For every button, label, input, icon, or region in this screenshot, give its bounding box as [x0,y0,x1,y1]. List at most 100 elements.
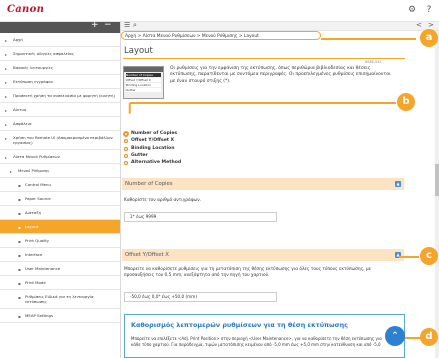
option-link[interactable]: Gutter [124,152,181,159]
sidebar-item-label: Εκτύπωση εγγράφου [13,79,54,84]
option-link[interactable]: Binding Location [124,145,181,152]
content-toolbar: ☰ ⌕ < > [121,22,439,31]
thumbnail-row: Gutter [126,88,161,92]
sidebar-item[interactable]: ▸ Λίστα Μενού Ρυθμίσεων [0,150,120,164]
jump-top-icon[interactable]: ▲ [395,181,401,187]
breadcrumb[interactable]: Αρχή > Λίστα Μενού Ρυθμίσεων > Μενού Ρύθ… [121,31,321,40]
main-content: ☰ ⌕ < > Αρχή > Λίστα Μενού Ρυθμίσεων > Μ… [121,22,439,358]
sidebar-item[interactable]: ▪ Διάταξη [0,206,120,220]
sidebar-item-label: User Maintenance [25,266,61,271]
option-link[interactable]: Offset Y/Offset X [124,137,181,144]
sidebar-item[interactable]: ▸ Μενού Ρύθμισης [0,164,120,178]
expand-arrow-icon: ▸ [5,136,8,141]
expand-arrow-icon: ▸ [5,66,8,71]
section-header-offset: Offset Y/Offset X ▲ [122,249,404,261]
bullet-icon: ▪ [18,295,21,300]
note-body: Μπορείτε να επιλέξετε <Adj. Print Positi… [131,336,382,347]
sidebar-item-label: MEAP Settings [25,313,54,318]
sidebar-item-label: Layout [25,224,39,229]
bullet-icon [124,132,128,136]
scroll-to-top-button[interactable]: ⌃ [385,326,405,346]
sidebar-toolbar: + − [0,22,120,33]
callout-line-a [321,38,416,40]
sidebar-item[interactable]: ▪ MEAP Settings [0,309,120,323]
thumbnail-row: Offset Y/Offset X [126,78,161,82]
sidebar-item[interactable]: ▸ Δίκτυο [0,103,120,117]
expand-arrow-icon: ▸ [5,52,8,57]
sidebar-item-label: Ρυθμίσεις Ειδικά για τη λειτουργία εκτύπ… [25,294,94,304]
sidebar-item[interactable]: ▸ Χρήση του Remote UI (Απομακρυσμένο περι… [0,131,120,150]
callout-b: b [397,93,415,111]
bullet-icon: ▪ [18,253,21,258]
sidebar-item[interactable]: ▪ Paper Source [0,192,120,206]
sidebar-item[interactable]: ▸ Εκτύπωση εγγράφου [0,75,120,89]
sidebar-nav: ▸ Αρχή ▸ Σημαντικές οδηγίες ασφαλείας ▸ Βασικ… [0,33,120,323]
callout-a: a [420,29,438,47]
intro-text: Οι ρυθμίσεις για την εμφάνιση της εκτύπω… [170,66,391,84]
option-label: Binding Location [131,145,175,151]
option-list: Number of Copies Offset Y/Offset X Bindi… [124,130,181,166]
bullet-icon: ▪ [18,314,21,319]
option-label: Alternative Method [131,160,182,166]
sidebar-item[interactable]: ▪ Interface [0,248,120,262]
menu-thumbnail: Number of Copies Offset Y/Offset X Bindi… [123,66,164,99]
bullet-icon: ▪ [18,225,21,230]
note-box: Καθορισμός λεπτομερών ρυθμίσεων για τη θ… [124,314,405,358]
expand-arrow-icon: ▸ [5,155,8,160]
bullet-icon [124,153,128,158]
sidebar-item-label: Print Mode [25,280,46,285]
sidebar-item-label: Βασικές λειτουργίες [13,65,54,70]
next-page-button[interactable]: > [428,22,434,29]
sidebar-item[interactable]: ▪ Layout [0,220,120,234]
value-range: 1* έως 9999 [124,212,277,222]
header: Canon ⚙ ? [0,0,439,22]
document-code: 8S8E-04L [365,60,382,64]
help-page: Canon ⚙ ? + − ▸ Αρχή ▸ Σημαντικές οδηγίες α… [0,0,439,358]
canon-logo: Canon [7,4,45,15]
sidebar-item[interactable]: ▸ Προσεκτή χρήση τα συσκευασία με φορητή … [0,89,120,103]
sidebar-item-label: Προσεκτή χρήση τα συσκευασία με φορητή (… [13,93,115,98]
bullet-icon: ▪ [18,267,21,272]
option-label: Number of Copies [131,131,178,136]
thumbnail-titlebar [124,67,163,72]
sidebar-item[interactable]: ▸ Βασικές λειτουργίες [0,61,120,75]
gear-icon[interactable]: ⚙ [405,3,419,17]
sidebar-item[interactable]: ▪ Print Mode [0,276,120,290]
thumbnail-row: Number of Copies [126,73,161,77]
prev-page-button[interactable]: < [416,22,422,29]
thumbnail-row: Binding Location [126,83,161,87]
sidebar-item[interactable]: ▪ Print Quality [0,234,120,248]
sidebar-item-label: Δίκτυο [13,107,27,112]
option-link[interactable]: Number of Copies [124,130,181,137]
sidebar-item[interactable]: ▪ Control Menu [0,178,120,192]
sidebar-item[interactable]: ▸ Ασφάλεια [0,117,120,131]
expand-arrow-icon: ▸ [5,94,8,99]
sidebar-item-label: Μενού Ρύθμισης [18,168,50,173]
option-link[interactable]: Alternative Method [124,159,181,166]
scrollbar-thumb[interactable] [435,164,439,196]
sidebar-item-label: Control Menu [25,182,51,187]
callout-line-c [399,256,419,258]
callout-line-b [130,102,396,104]
bullet-icon: ▪ [18,183,21,188]
sidebar-item-label: Λίστα Μενού Ρυθμίσεων [13,154,60,159]
search-icon[interactable]: ⌕ [133,22,137,30]
page-title: Layout [124,46,153,56]
sidebar-item[interactable]: ▪ Ρυθμίσεις Ειδικά για τη λειτουργία εκτύ… [0,290,120,309]
note-title: Καθορισμός λεπτομερών ρυθμίσεων για τη θ… [131,321,348,329]
expand-arrow-icon: ▸ [5,122,8,127]
option-label: Gutter [131,152,148,158]
collapse-all-button[interactable]: − [104,22,112,30]
bullet-icon: ▪ [18,197,21,202]
sidebar-item[interactable]: ▸ Αρχή [0,33,120,47]
expand-all-button[interactable]: + [91,22,99,30]
sidebar: + − ▸ Αρχή ▸ Σημαντικές οδηγίες ασφαλείας ▸ Β… [0,22,121,358]
sidebar-item[interactable]: ▪ User Maintenance [0,262,120,276]
list-icon[interactable]: ☰ [124,22,130,29]
help-icon[interactable]: ? [422,3,436,17]
sidebar-item[interactable]: ▸ Σημαντικές οδηγίες ασφαλείας [0,47,120,61]
section-header-copies: Number of Copies ▲ [122,178,404,190]
bullet-icon: ▪ [18,211,21,216]
callout-d: d [420,328,438,346]
chevron-up-icon: ⌃ [391,331,399,341]
